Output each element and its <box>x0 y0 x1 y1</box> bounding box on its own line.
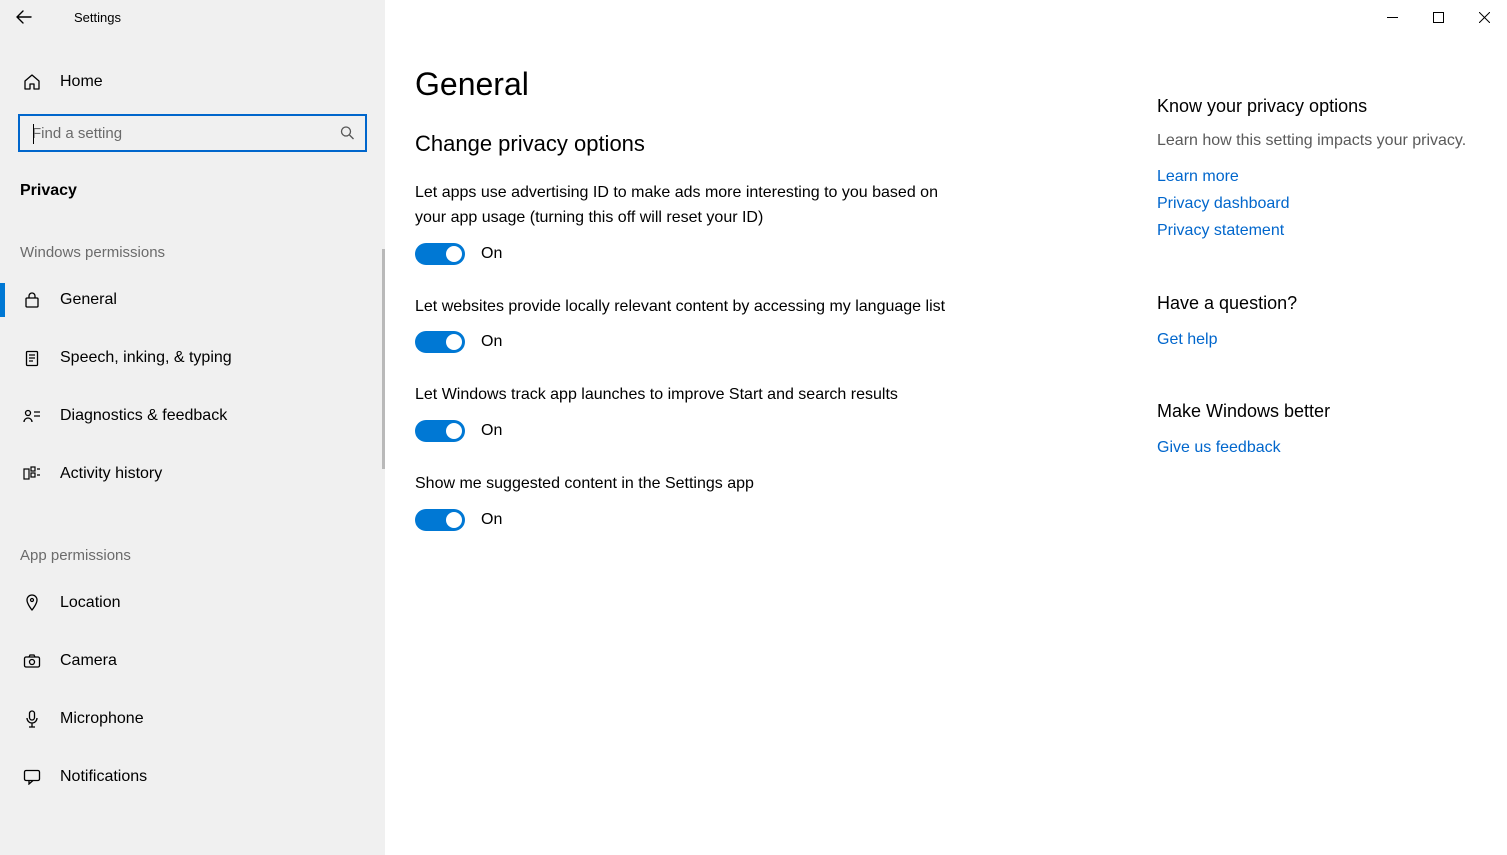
section-label: Privacy <box>0 152 385 200</box>
sidebar-item-notifications[interactable]: Notifications <box>0 748 385 806</box>
search-input[interactable] <box>20 125 365 142</box>
search-box[interactable] <box>18 114 367 152</box>
microphone-icon <box>22 710 42 728</box>
clipboard-icon <box>22 349 42 367</box>
window-controls <box>1369 0 1507 34</box>
group-label: Windows permissions <box>0 200 385 271</box>
sidebar-item-camera[interactable]: Camera <box>0 632 385 690</box>
toggle-suggested-content[interactable] <box>415 509 465 531</box>
maximize-icon <box>1433 12 1444 23</box>
sidebar-item-label: Microphone <box>60 710 144 728</box>
toggle-state-label: On <box>481 245 502 263</box>
sidebar-item-location[interactable]: Location <box>0 574 385 632</box>
content-pane: General Change privacy options Let apps … <box>385 34 1507 855</box>
sidebar-item-label: Diagnostics & feedback <box>60 407 227 425</box>
sidebar-item-label: Camera <box>60 652 117 670</box>
setting-language-list: Let websites provide locally relevant co… <box>415 295 955 354</box>
sidebar-item-label: Activity history <box>60 465 162 483</box>
back-button[interactable] <box>0 0 48 34</box>
content-side: Know your privacy options Learn how this… <box>1157 66 1477 855</box>
activity-icon <box>22 466 42 482</box>
link-get-help[interactable]: Get help <box>1157 326 1467 353</box>
toggle-knob <box>446 423 462 439</box>
side-heading: Have a question? <box>1157 293 1467 314</box>
sidebar-item-label: Notifications <box>60 768 147 786</box>
arrow-left-icon <box>16 9 32 25</box>
toggle-state-label: On <box>481 333 502 351</box>
link-privacy-dashboard[interactable]: Privacy dashboard <box>1157 190 1467 217</box>
setting-desc: Let apps use advertising ID to make ads … <box>415 181 955 231</box>
page-title: General <box>415 66 1115 103</box>
side-heading: Make Windows better <box>1157 401 1467 422</box>
setting-desc: Show me suggested content in the Setting… <box>415 472 955 497</box>
toggle-state-label: On <box>481 511 502 529</box>
link-give-feedback[interactable]: Give us feedback <box>1157 434 1467 461</box>
group-label: App permissions <box>0 503 385 574</box>
sidebar-item-microphone[interactable]: Microphone <box>0 690 385 748</box>
side-text: Learn how this setting impacts your priv… <box>1157 129 1467 153</box>
close-button[interactable] <box>1461 0 1507 34</box>
minimize-icon <box>1387 12 1398 23</box>
sidebar: Home Privacy Windows permissions General <box>0 34 385 855</box>
home-button[interactable]: Home <box>0 56 385 108</box>
side-block-privacy-options: Know your privacy options Learn how this… <box>1157 96 1467 245</box>
side-block-question: Have a question? Get help <box>1157 293 1467 353</box>
search-icon <box>340 126 355 141</box>
toggle-knob <box>446 512 462 528</box>
maximize-button[interactable] <box>1415 0 1461 34</box>
toggle-knob <box>446 334 462 350</box>
toggle-language-list[interactable] <box>415 331 465 353</box>
notifications-icon <box>22 769 42 785</box>
titlebar: Settings <box>0 0 1507 34</box>
lock-icon <box>22 291 42 309</box>
setting-suggested-content: Show me suggested content in the Setting… <box>415 472 955 531</box>
sidebar-item-diagnostics[interactable]: Diagnostics & feedback <box>0 387 385 445</box>
minimize-button[interactable] <box>1369 0 1415 34</box>
home-icon <box>22 73 42 91</box>
toggle-app-launches[interactable] <box>415 420 465 442</box>
setting-app-launches: Let Windows track app launches to improv… <box>415 383 955 442</box>
sidebar-item-general[interactable]: General <box>0 271 385 329</box>
side-block-feedback: Make Windows better Give us feedback <box>1157 401 1467 461</box>
app-title: Settings <box>74 10 121 25</box>
sidebar-item-label: Location <box>60 594 121 612</box>
text-caret <box>33 124 34 144</box>
side-heading: Know your privacy options <box>1157 96 1467 117</box>
toggle-knob <box>446 246 462 262</box>
setting-advertising-id: Let apps use advertising ID to make ads … <box>415 181 955 265</box>
sidebar-item-speech[interactable]: Speech, inking, & typing <box>0 329 385 387</box>
close-icon <box>1479 12 1490 23</box>
home-label: Home <box>60 73 103 91</box>
setting-desc: Let Windows track app launches to improv… <box>415 383 955 408</box>
setting-desc: Let websites provide locally relevant co… <box>415 295 955 320</box>
section-subtitle: Change privacy options <box>415 131 1115 157</box>
camera-icon <box>22 653 42 669</box>
toggle-advertising-id[interactable] <box>415 243 465 265</box>
link-privacy-statement[interactable]: Privacy statement <box>1157 217 1467 244</box>
sidebar-item-activity[interactable]: Activity history <box>0 445 385 503</box>
toggle-state-label: On <box>481 422 502 440</box>
location-icon <box>22 594 42 612</box>
link-learn-more[interactable]: Learn more <box>1157 163 1467 190</box>
content-main: General Change privacy options Let apps … <box>415 66 1115 855</box>
sidebar-item-label: General <box>60 291 117 309</box>
feedback-icon <box>22 408 42 424</box>
sidebar-item-label: Speech, inking, & typing <box>60 349 232 367</box>
